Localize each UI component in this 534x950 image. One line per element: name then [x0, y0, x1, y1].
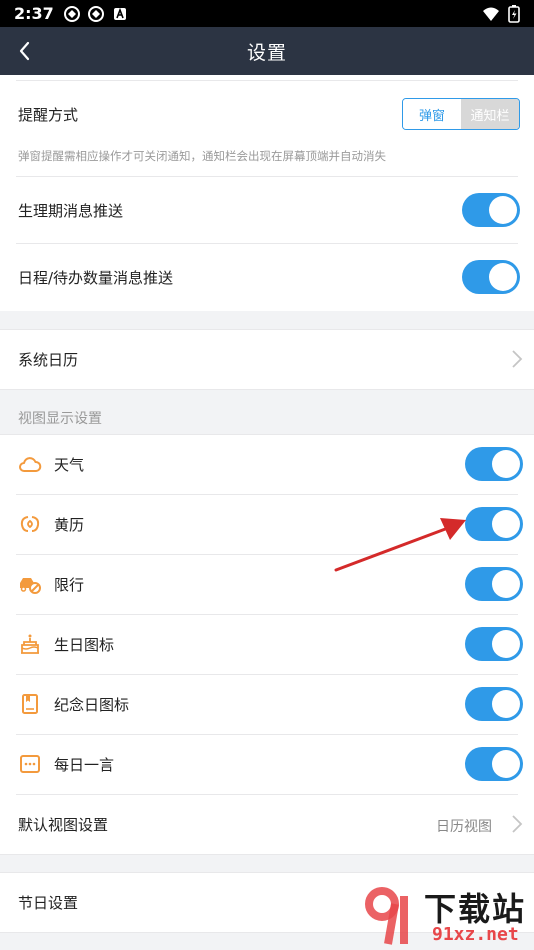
almanac-toggle[interactable] — [465, 507, 523, 541]
status-time: 2:37 — [14, 4, 54, 23]
page-title: 设置 — [246, 41, 287, 64]
app-notification-icon-2 — [87, 5, 104, 22]
period-push-toggle[interactable] — [462, 193, 520, 227]
period-push-label: 生理期消息推送 — [18, 201, 124, 220]
battery-icon — [508, 4, 520, 23]
system-calendar-label: 系统日历 — [18, 350, 79, 369]
book-icon — [22, 694, 38, 714]
system-calendar-row[interactable]: 系统日历 — [0, 329, 534, 389]
birthday-icon-toggle[interactable] — [465, 627, 523, 661]
view-settings-header: 视图显示设置 — [18, 411, 102, 427]
segment-popup-option[interactable]: 弹窗 — [403, 99, 461, 129]
segment-notification-bar-option[interactable]: 通知栏 — [461, 99, 519, 129]
cake-icon — [21, 634, 39, 654]
reminder-hint-text: 弹窗提醒需相应操作才可关闭通知，通知栏会出现在屏幕顶端并自动消失 — [18, 149, 386, 163]
todo-push-toggle[interactable] — [462, 260, 520, 294]
back-arrow-icon[interactable] — [12, 37, 40, 65]
reminder-method-segment: 弹窗 通知栏 — [402, 98, 520, 130]
car-restriction-icon — [20, 578, 41, 594]
car-restriction-label: 限行 — [54, 576, 85, 594]
almanac-label: 黄历 — [54, 516, 85, 534]
app-notification-icon — [63, 5, 80, 22]
almanac-icon — [20, 516, 40, 532]
weather-label: 天气 — [54, 456, 85, 474]
holiday-settings-label: 节日设置 — [18, 893, 79, 912]
cloud-icon — [19, 457, 42, 472]
birthday-icon-label: 生日图标 — [54, 636, 115, 654]
chevron-right-icon-2 — [512, 815, 523, 833]
app-bar: 设置 — [0, 27, 534, 75]
daily-quote-label: 每日一言 — [54, 756, 115, 774]
daily-quote-toggle[interactable] — [465, 747, 523, 781]
weather-toggle[interactable] — [465, 447, 523, 481]
anniversary-icon-label: 纪念日图标 — [54, 696, 130, 714]
a-badge-icon — [113, 7, 126, 20]
default-view-label: 默认视图设置 — [18, 816, 109, 834]
anniversary-icon-toggle[interactable] — [465, 687, 523, 721]
car-restriction-toggle[interactable] — [465, 567, 523, 601]
default-view-value: 日历视图 — [436, 819, 492, 835]
watermark-91-icon — [365, 887, 408, 945]
wifi-icon — [483, 7, 499, 21]
chevron-right-icon — [512, 350, 523, 368]
todo-push-label: 日程/待办数量消息推送 — [18, 268, 174, 287]
reminder-method-label: 提醒方式 — [18, 105, 79, 124]
watermark-url: 91xz.net — [432, 924, 519, 945]
watermark-logo: 下载站 91xz.net — [360, 882, 534, 950]
message-icon — [20, 755, 40, 773]
todo-push-row[interactable]: 日程/待办数量消息推送 — [0, 244, 534, 310]
period-push-row[interactable]: 生理期消息推送 — [0, 177, 534, 243]
status-bar: 2:37 — [0, 0, 534, 27]
